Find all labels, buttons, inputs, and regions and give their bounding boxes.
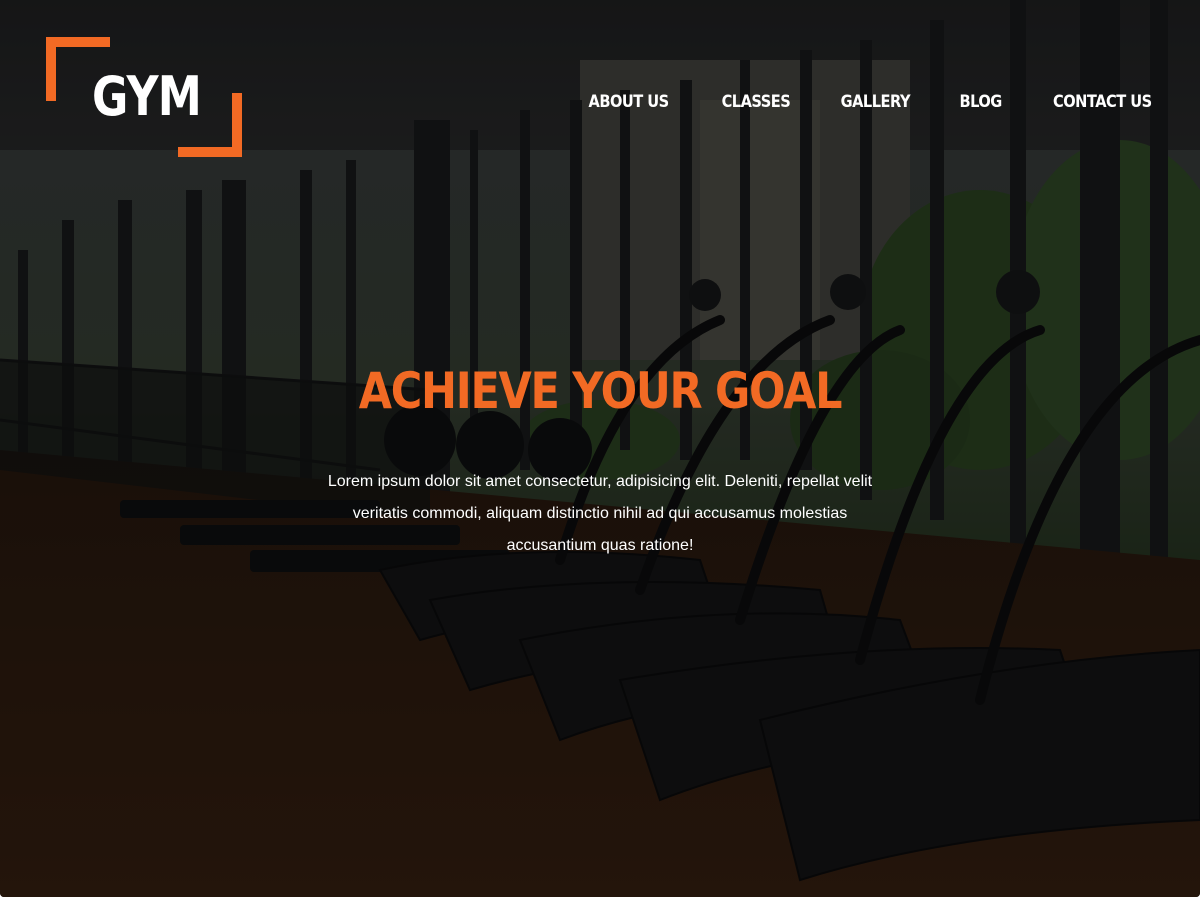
hero-description: Lorem ipsum dolor sit amet consectetur, … [327,473,873,554]
nav-link-gallery[interactable]: Gallery [841,90,911,114]
main-navigation: About Us Classes Gallery Blog Contact Us [582,90,1160,114]
nav-link-contact-us[interactable]: Contact Us [1053,90,1152,114]
hero-section: GYM About Us Classes Gallery Blog Contac… [0,0,1200,897]
gym-logo[interactable]: GYM [46,37,242,157]
hero-content: Achieve your goal Lorem ipsum dolor sit … [300,360,900,562]
hero-title: Achieve your goal [358,362,843,420]
logo-text: GYM [92,65,202,128]
nav-link-about-us[interactable]: About Us [589,90,670,114]
nav-link-classes[interactable]: Classes [721,90,790,114]
nav-link-blog[interactable]: Blog [960,90,1003,114]
